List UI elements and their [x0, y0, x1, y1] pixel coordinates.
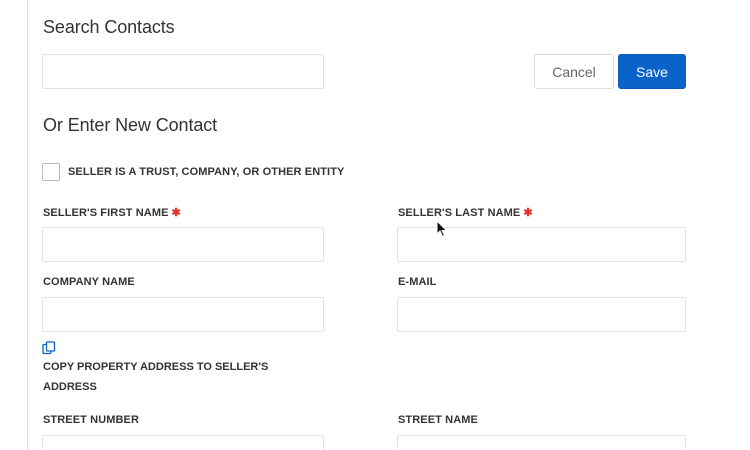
first-name-input[interactable]	[42, 227, 324, 262]
save-button[interactable]: Save	[618, 54, 686, 89]
new-contact-heading: Or Enter New Contact	[43, 115, 218, 135]
left-divider	[27, 0, 28, 450]
cancel-button[interactable]: Cancel	[534, 54, 614, 89]
required-icon: ✱	[523, 207, 533, 219]
company-name-label: COMPANY NAME	[43, 276, 135, 288]
street-number-input[interactable]	[42, 435, 324, 450]
entity-checkbox-label: SELLER IS A TRUST, COMPANY, OR OTHER ENT…	[68, 166, 345, 178]
copy-address-label[interactable]: COPY PROPERTY ADDRESS TO SELLER'S ADDRES…	[43, 357, 303, 397]
last-name-label: SELLER'S LAST NAME ✱	[398, 206, 533, 219]
first-name-label-text: SELLER'S FIRST NAME	[43, 207, 169, 219]
copy-icon[interactable]	[42, 341, 56, 355]
first-name-label: SELLER'S FIRST NAME ✱	[43, 206, 181, 219]
entity-checkbox[interactable]	[42, 163, 60, 181]
email-label: E-MAIL	[398, 276, 437, 288]
mouse-cursor-icon	[436, 220, 448, 238]
email-input[interactable]	[397, 297, 686, 332]
street-name-label: STREET NAME	[398, 414, 478, 426]
street-number-label: STREET NUMBER	[43, 414, 140, 426]
search-contacts-heading: Search Contacts	[43, 17, 175, 37]
search-contacts-input[interactable]	[42, 54, 324, 89]
last-name-label-text: SELLER'S LAST NAME	[398, 207, 521, 219]
required-icon: ✱	[171, 207, 181, 219]
company-name-input[interactable]	[42, 297, 324, 332]
street-name-input[interactable]	[397, 435, 686, 450]
